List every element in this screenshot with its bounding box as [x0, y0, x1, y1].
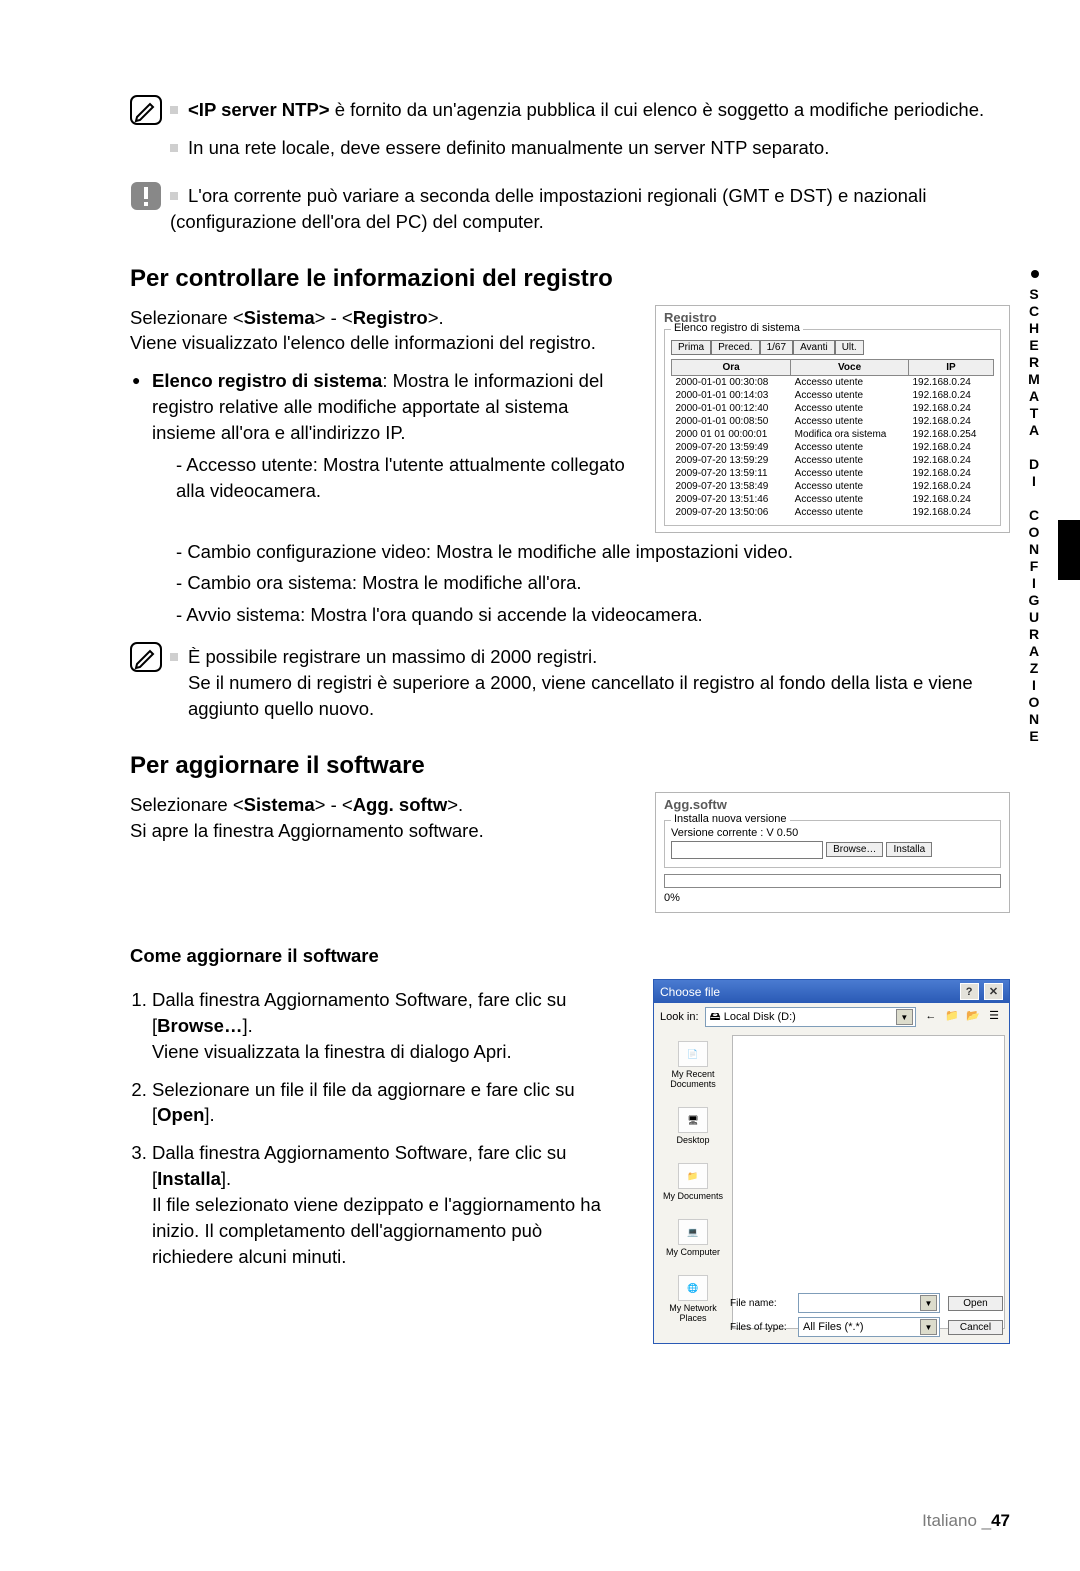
caution-text: L'ora corrente può variare a seconda del…: [170, 183, 1010, 235]
places-computer[interactable]: 💻My Computer: [666, 1219, 720, 1257]
table-row: 2009-07-20 13:59:29Accesso utente192.168…: [672, 454, 994, 467]
table-row: 2009-07-20 13:59:11Accesso utente192.168…: [672, 467, 994, 480]
aggsoftw-panel: Agg.softw Installa nuova versione Versio…: [655, 792, 1010, 913]
registro-table: Ora Voce IP 2000-01-01 00:30:08Accesso u…: [671, 359, 994, 519]
btn-last[interactable]: Ult.: [835, 340, 864, 355]
step-3: Dalla finestra Aggiornamento Software, f…: [152, 1140, 628, 1269]
filetype-combo[interactable]: All Files (*.*)▼: [798, 1317, 940, 1337]
sub-item: Avvio sistema: Mostra l'ora quando si ac…: [176, 602, 1010, 628]
note-line-1: <IP server NTP> è fornito da un'agenzia …: [170, 97, 1010, 123]
table-row: 2009-07-20 13:51:46Accesso utente192.168…: [672, 493, 994, 506]
agg-file-input[interactable]: [671, 841, 823, 859]
sec1-note-2: Se il numero di registri è superiore a 2…: [188, 670, 1010, 722]
step-2: Selezionare un file il file da aggiornar…: [152, 1077, 628, 1129]
up-icon[interactable]: 📁: [943, 1009, 961, 1025]
toolbar-icons: ← 📁 📂 ☰: [922, 1009, 1003, 1026]
progress-bar: [664, 874, 1001, 888]
agg-legend: Installa nuova versione: [671, 813, 790, 825]
btn-next[interactable]: Avanti: [793, 340, 835, 355]
install-button[interactable]: Installa: [886, 842, 932, 857]
btn-first[interactable]: Prima: [671, 340, 711, 355]
table-row: 2000-01-01 00:08:50Accesso utente192.168…: [672, 415, 994, 428]
table-row: 2000-01-01 00:14:03Accesso utente192.168…: [672, 389, 994, 402]
registro-legend: Elenco registro di sistema: [671, 322, 803, 334]
note-line-2: In una rete locale, deve essere definito…: [170, 135, 1010, 161]
file-list-area[interactable]: [732, 1035, 1005, 1329]
close-icon[interactable]: ✕: [984, 983, 1003, 1000]
side-band: [1058, 520, 1080, 580]
help-icon[interactable]: ?: [960, 983, 979, 1000]
note-icon: [130, 642, 170, 676]
chevron-down-icon[interactable]: ▼: [896, 1009, 913, 1025]
table-row: 2009-07-20 13:58:49Accesso utente192.168…: [672, 480, 994, 493]
section-heading-registro: Per controllare le informazioni del regi…: [130, 265, 1010, 293]
registro-panel: Registro Elenco registro di sistema Prim…: [655, 305, 1010, 533]
filename-label: File name:: [730, 1298, 790, 1309]
file-dialog: Choose file ? ✕ Look in: 🖴 Local Disk (D…: [653, 979, 1010, 1345]
newfolder-icon[interactable]: 📂: [964, 1009, 982, 1025]
chevron-down-icon[interactable]: ▼: [920, 1319, 937, 1335]
caution-icon: [130, 181, 170, 215]
places-recent[interactable]: 📄My Recent Documents: [658, 1041, 728, 1089]
table-row: 2009-07-20 13:59:49Accesso utente192.168…: [672, 441, 994, 454]
table-row: 2000 01 01 00:00:01Modifica ora sistema1…: [672, 428, 994, 441]
chevron-down-icon[interactable]: ▼: [920, 1295, 937, 1311]
table-row: 2000-01-01 00:30:08Accesso utente192.168…: [672, 375, 994, 389]
sec2-intro2: Si apre la finestra Aggiornamento softwa…: [130, 818, 630, 844]
sec1-note-1: È possibile registrare un massimo di 200…: [170, 644, 1010, 670]
cancel-button[interactable]: Cancel: [948, 1320, 1003, 1335]
open-button[interactable]: Open: [948, 1296, 1003, 1311]
sec2-intro: Selezionare <Sistema> - <Agg. softw>.: [130, 792, 630, 818]
filename-combo[interactable]: ▼: [798, 1293, 940, 1313]
back-icon[interactable]: ←: [922, 1010, 940, 1026]
places-desktop[interactable]: 🖥Desktop: [676, 1107, 709, 1145]
agg-version: Versione corrente : V 0.50: [671, 827, 994, 839]
btn-page[interactable]: 1/67: [760, 340, 793, 355]
table-row: 2000-01-01 00:12:40Accesso utente192.168…: [672, 402, 994, 415]
views-icon[interactable]: ☰: [985, 1009, 1003, 1025]
table-row: 2009-07-20 13:50:06Accesso utente192.168…: [672, 506, 994, 519]
sec1-intro2: Viene visualizzato l'elenco delle inform…: [130, 330, 630, 356]
progress-pct: 0%: [664, 892, 1001, 904]
sub-item: Cambio ora sistema: Mostra le modifiche …: [176, 570, 1010, 596]
section-heading-aggsoftw: Per aggiornare il software: [130, 752, 1010, 780]
sec1-intro: Selezionare <Sistema> - <Registro>.: [130, 305, 630, 331]
sub-item: Cambio configurazione video: Mostra le m…: [176, 539, 1010, 565]
note-icon: [130, 95, 170, 129]
filedlg-title: Choose file: [660, 985, 720, 999]
places-documents[interactable]: 📁My Documents: [663, 1163, 723, 1201]
sub-item: Accesso utente: Mostra l'utente attualme…: [176, 452, 630, 504]
step-1: Dalla finestra Aggiornamento Software, f…: [152, 987, 628, 1065]
browse-button[interactable]: Browse…: [826, 842, 883, 857]
sec1-bullet: Elenco registro di sistema: Mostra le in…: [152, 368, 630, 503]
side-tab-label: SCHERMATA DI CONFIGURAZIONE: [1026, 286, 1042, 745]
lookin-combo[interactable]: 🖴 Local Disk (D:) ▼: [705, 1007, 916, 1027]
btn-prev[interactable]: Preced.: [711, 340, 759, 355]
sec2-subheading: Come aggiornare il software: [130, 945, 1010, 967]
filetype-label: Files of type:: [730, 1322, 790, 1333]
lookin-label: Look in:: [660, 1011, 699, 1023]
page-footer: Italiano _47: [922, 1511, 1010, 1531]
